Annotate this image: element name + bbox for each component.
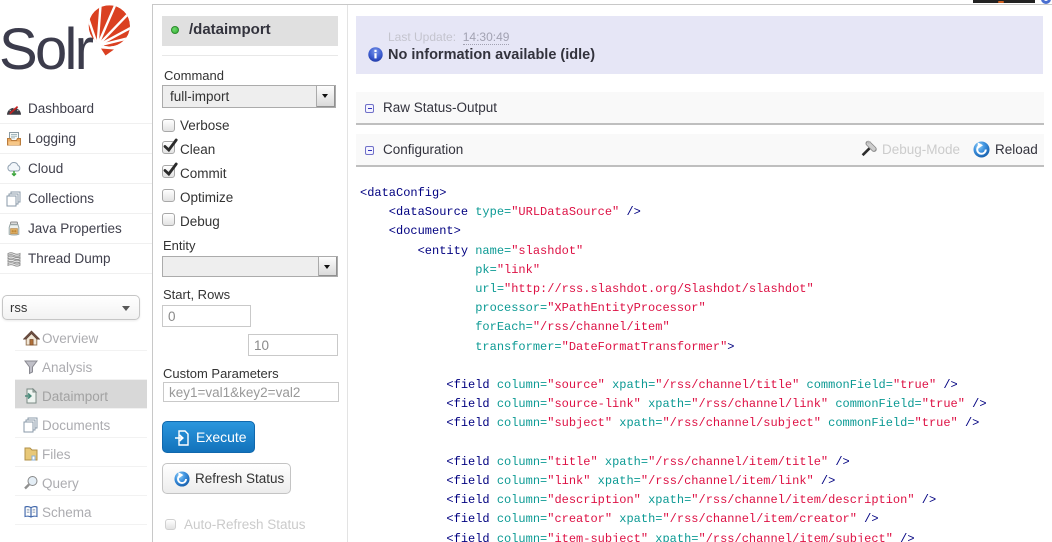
svg-text:Solr: Solr bbox=[1, 17, 94, 75]
